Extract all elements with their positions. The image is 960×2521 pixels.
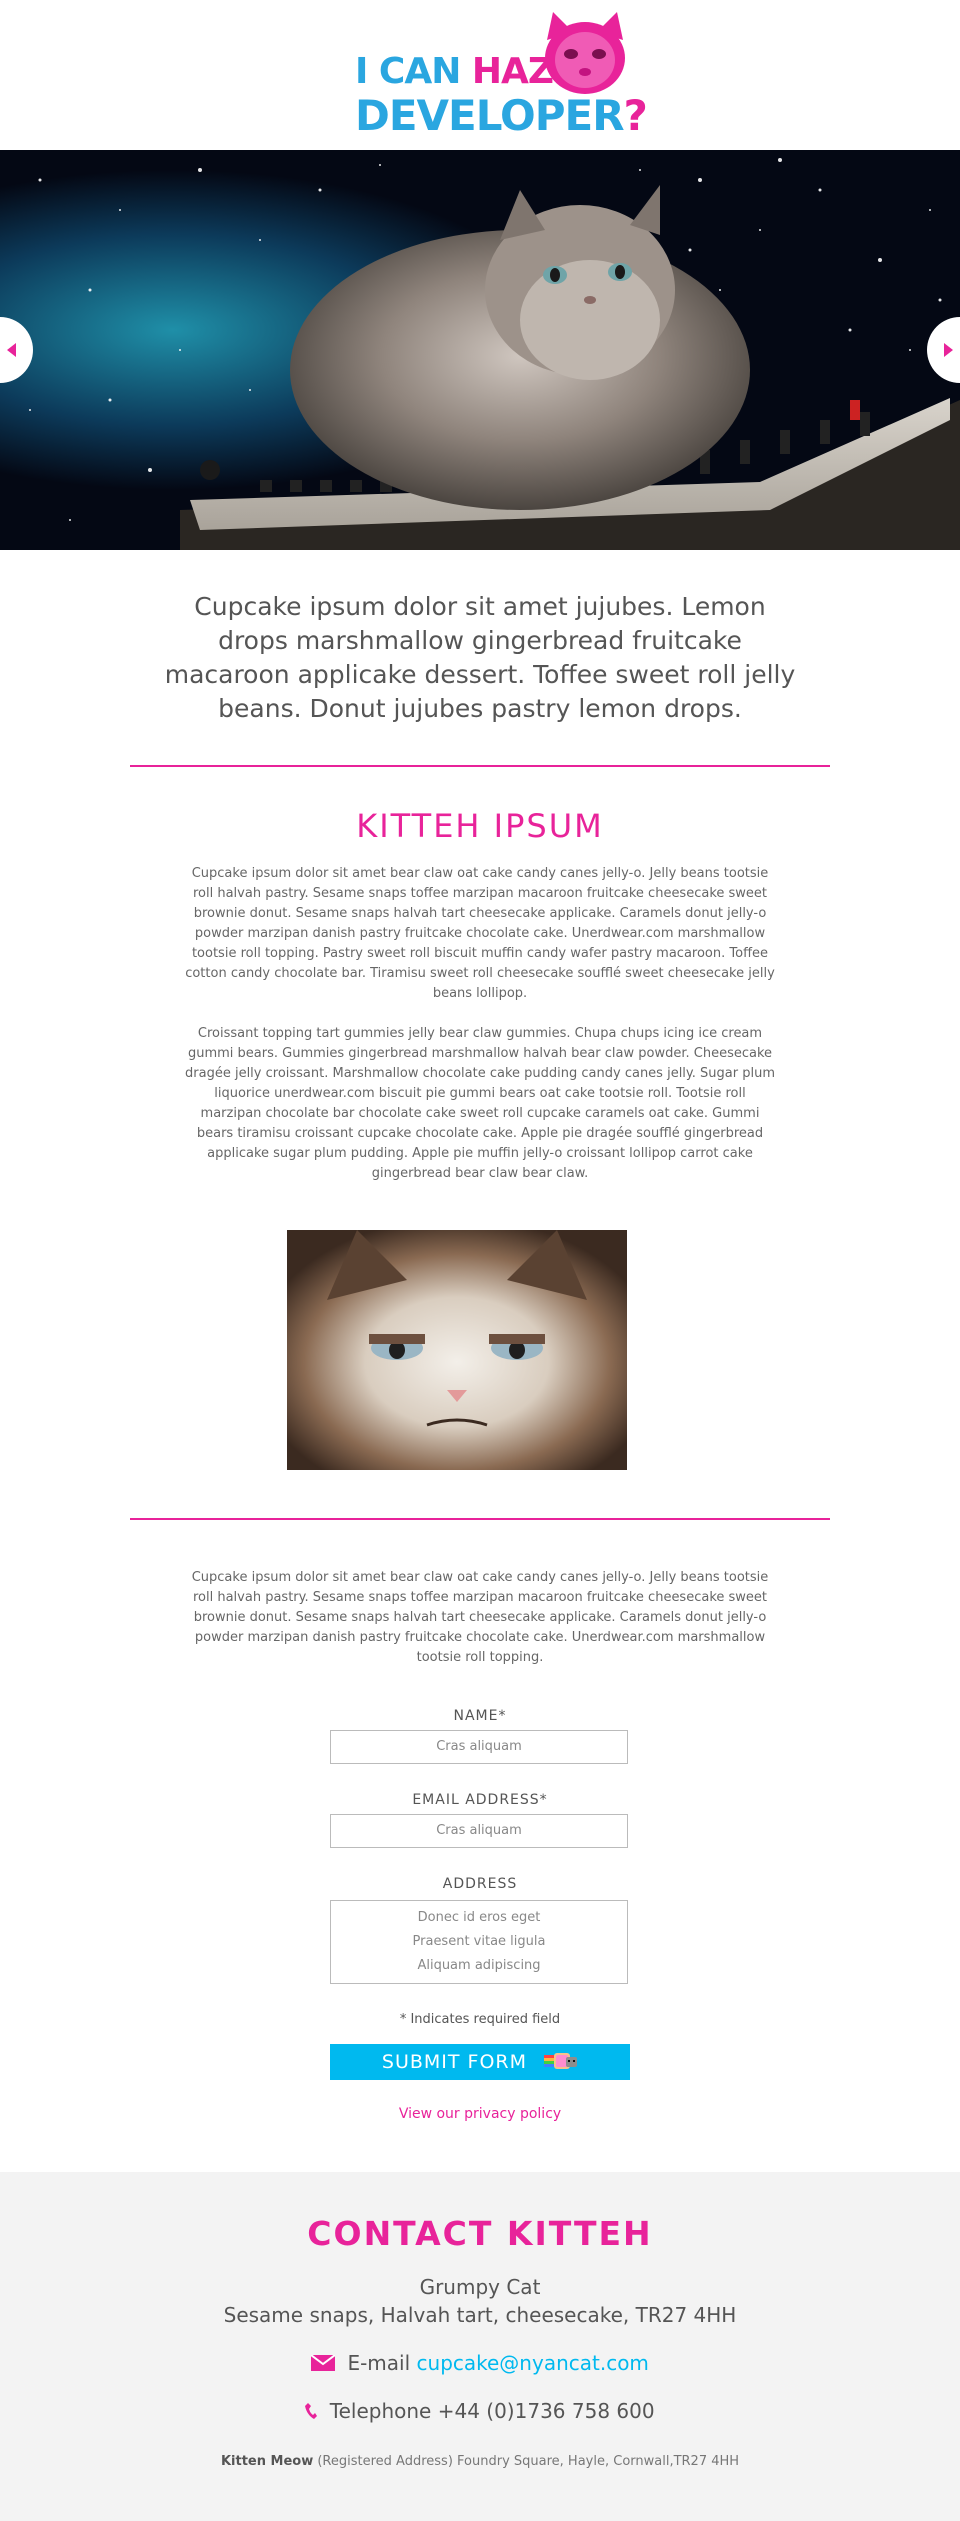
hero-image: [0, 150, 960, 550]
logo-cat-icon: [545, 12, 625, 94]
email-field[interactable]: Cras aliquam: [330, 1814, 628, 1848]
name-label: NAME*: [453, 1708, 507, 1724]
grumpy-cat-image: [287, 1230, 627, 1470]
section-paragraph-1: Cupcake ipsum dolor sit amet bear claw o…: [185, 866, 775, 1001]
contact-address: Sesame snaps, Halvah tart, cheesecake, T…: [223, 2303, 737, 2327]
telephone-value[interactable]: +44 (0)1736 758 600: [438, 2399, 655, 2423]
site-header: I CAN HAZ DEVELOPER?: [0, 0, 960, 150]
divider-2: [130, 1518, 830, 1520]
required-note: * Indicates required field: [399, 2012, 561, 2027]
envelope-icon: [311, 2355, 336, 2371]
submit-button[interactable]: SUBMIT FORM: [330, 2044, 630, 2080]
nyan-cat-icon: [544, 2052, 578, 2069]
address-label: ADDRESS: [442, 1876, 518, 1892]
registered-name: Kitten Meow: [220, 2454, 314, 2469]
contact-footer: CONTACT KITTEH Grumpy Cat Sesame snaps, …: [0, 2172, 960, 2521]
submit-label: SUBMIT FORM: [381, 2051, 528, 2073]
section-paragraph-2: Croissant topping tart gummies jelly bea…: [185, 1026, 775, 1181]
chevron-right-icon: [944, 343, 953, 357]
hero-slider: [0, 150, 960, 550]
email-label: E-mail: [347, 2351, 411, 2375]
form-intro-paragraph: Cupcake ipsum dolor sit amet bear claw o…: [191, 1570, 769, 1665]
email-link[interactable]: cupcake@nyancat.com: [417, 2351, 649, 2375]
phone-icon: [305, 2403, 318, 2419]
registered-address: Kitten Meow (Registered Address) Foundry…: [0, 2454, 960, 2469]
site-logo[interactable]: I CAN HAZ DEVELOPER?: [355, 10, 648, 138]
email-label: EMAIL ADDRESS*: [412, 1792, 548, 1808]
registered-text: (Registered Address) Foundry Square, Hay…: [317, 2454, 740, 2469]
logo-line1-a: I CAN: [355, 51, 472, 92]
privacy-policy-link[interactable]: View our privacy policy: [0, 2106, 960, 2122]
address-line-1: Donec id eros eget: [417, 1910, 541, 1925]
address-field[interactable]: Donec id eros eget Praesent vitae ligula…: [330, 1900, 628, 1984]
contact-email-row: E-mail cupcake@nyancat.com: [0, 2351, 960, 2375]
intro-text: Cupcake ipsum dolor sit amet jujubes. Le…: [164, 592, 796, 723]
contact-telephone-row: Telephone +44 (0)1736 758 600: [0, 2399, 960, 2423]
chevron-left-icon: [7, 343, 16, 357]
contact-name: Grumpy Cat: [419, 2275, 541, 2299]
address-line-3: Aliquam adipiscing: [417, 1958, 541, 1973]
telephone-label: Telephone: [329, 2399, 432, 2423]
divider-1: [130, 765, 830, 767]
name-field[interactable]: Cras aliquam: [330, 1730, 628, 1764]
section-title: KITTEH IPSUM: [356, 807, 604, 845]
address-line-2: Praesent vitae ligula: [412, 1934, 546, 1949]
footer-title: CONTACT KITTEH: [307, 2214, 653, 2253]
